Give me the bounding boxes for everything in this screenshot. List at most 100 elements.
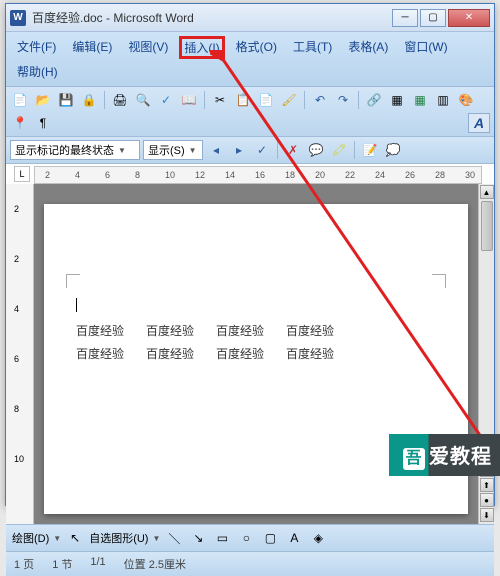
- autoshape-menu[interactable]: 自选图形(U): [89, 530, 148, 546]
- ruler-mark: 10: [165, 170, 175, 180]
- line-icon[interactable]: ＼: [164, 528, 184, 548]
- next-change-icon[interactable]: ▸: [229, 140, 249, 160]
- font-color-a[interactable]: A: [468, 113, 490, 133]
- scroll-up-icon[interactable]: ▲: [480, 185, 494, 199]
- text-row: 百度经验 百度经验 百度经验 百度经验: [76, 345, 436, 362]
- ruler-mark: 16: [255, 170, 265, 180]
- text-cell[interactable]: 百度经验: [216, 345, 264, 362]
- markup-dropdown[interactable]: 显示标记的最终状态 ▼: [10, 140, 140, 160]
- spell-icon[interactable]: ✓: [156, 90, 176, 110]
- vertical-ruler[interactable]: 2 2 4 6 8 10: [6, 184, 34, 524]
- show-dropdown[interactable]: 显示(S) ▼: [143, 140, 203, 160]
- select-icon[interactable]: ↖: [65, 528, 85, 548]
- separator: [104, 91, 105, 109]
- ruler-mark: 20: [315, 170, 325, 180]
- show-label: 显示(S): [148, 142, 185, 158]
- titlebar: W 百度经验.doc - Microsoft Word ─ ▢ ✕: [6, 4, 494, 32]
- chevron-down-icon: ▼: [189, 146, 197, 155]
- highlight-icon[interactable]: 🖍: [329, 140, 349, 160]
- ruler-mark: 8: [135, 170, 140, 180]
- text-cell[interactable]: 百度经验: [146, 322, 194, 339]
- text-cell[interactable]: 百度经验: [216, 322, 264, 339]
- standard-toolbar: 📄 📂 💾 🔒 🖨 🔍 ✓ 📖 ✂ 📋 📄 🖌 ↶ ↷ 🔗 ▦ ▦ ▥ 🎨 📍 …: [6, 87, 494, 137]
- menu-table[interactable]: 表格(A): [343, 36, 393, 59]
- margin-corner-tr: [432, 274, 446, 288]
- ruler-mark: 28: [435, 170, 445, 180]
- cut-icon[interactable]: ✂: [210, 90, 230, 110]
- ruler-mark: 4: [75, 170, 80, 180]
- close-button[interactable]: ✕: [448, 9, 490, 27]
- minimize-button[interactable]: ─: [392, 9, 418, 27]
- drawing-toolbar: 绘图(D) ▼ ↖ 自选图形(U) ▼ ＼ ↘ ▭ ○ ▢ A ◈: [6, 524, 494, 551]
- vruler-mark: 4: [14, 304, 19, 314]
- undo-icon[interactable]: ↶: [310, 90, 330, 110]
- watermark: 吾爱教程: [389, 434, 500, 476]
- ruler-corner[interactable]: L: [14, 166, 30, 182]
- browse-object-icon[interactable]: ●: [480, 493, 494, 507]
- ruler-mark: 24: [375, 170, 385, 180]
- separator: [354, 141, 355, 159]
- menu-edit[interactable]: 编辑(E): [67, 36, 117, 59]
- preview-icon[interactable]: 🔍: [133, 90, 153, 110]
- map-icon[interactable]: 📍: [10, 113, 30, 133]
- new-icon[interactable]: 📄: [10, 90, 30, 110]
- comment-icon[interactable]: 💬: [306, 140, 326, 160]
- prev-page-icon[interactable]: ⬆: [480, 478, 494, 492]
- paste-icon[interactable]: 📄: [256, 90, 276, 110]
- next-page-icon[interactable]: ⬇: [480, 508, 494, 522]
- status-section: 1 节: [52, 556, 72, 572]
- watermark-logo-icon: 吾: [403, 448, 425, 470]
- menu-file[interactable]: 文件(F): [12, 36, 61, 59]
- menu-help[interactable]: 帮助(H): [12, 61, 63, 82]
- format-painter-icon[interactable]: 🖌: [279, 90, 299, 110]
- open-icon[interactable]: 📂: [33, 90, 53, 110]
- vruler-mark: 8: [14, 404, 19, 414]
- ruler-area: L 2 4 6 8 10 12 14 16 18 20 22 24 26 28 …: [6, 164, 494, 184]
- text-cell[interactable]: 百度经验: [286, 322, 334, 339]
- rectangle-icon[interactable]: ▭: [212, 528, 232, 548]
- track-icon[interactable]: 📝: [360, 140, 380, 160]
- menu-format[interactable]: 格式(O): [231, 36, 282, 59]
- show-marks-icon[interactable]: ¶: [33, 113, 53, 133]
- text-cell[interactable]: 百度经验: [76, 322, 124, 339]
- redo-icon[interactable]: ↷: [333, 90, 353, 110]
- ruler-mark: 18: [285, 170, 295, 180]
- chevron-down-icon: ▼: [118, 146, 126, 155]
- hyperlink-icon[interactable]: 🔗: [364, 90, 384, 110]
- save-icon[interactable]: 💾: [56, 90, 76, 110]
- copy-icon[interactable]: 📋: [233, 90, 253, 110]
- draw-menu[interactable]: 绘图(D): [12, 530, 49, 546]
- separator: [304, 91, 305, 109]
- arrow-icon[interactable]: ↘: [188, 528, 208, 548]
- print-icon[interactable]: 🖨: [110, 90, 130, 110]
- excel-icon[interactable]: ▦: [410, 90, 430, 110]
- textbox-icon[interactable]: ▢: [260, 528, 280, 548]
- accept-icon[interactable]: ✓: [252, 140, 272, 160]
- statusbar: 1 页 1 节 1/1 位置 2.5厘米: [6, 551, 494, 576]
- ruler-mark: 22: [345, 170, 355, 180]
- window-controls: ─ ▢ ✕: [392, 9, 490, 27]
- menu-view[interactable]: 视图(V): [123, 36, 173, 59]
- wordart-icon[interactable]: A: [284, 528, 304, 548]
- permission-icon[interactable]: 🔒: [79, 90, 99, 110]
- research-icon[interactable]: 📖: [179, 90, 199, 110]
- text-cell[interactable]: 百度经验: [286, 345, 334, 362]
- maximize-button[interactable]: ▢: [420, 9, 446, 27]
- drawing-icon[interactable]: 🎨: [456, 90, 476, 110]
- text-cell[interactable]: 百度经验: [146, 345, 194, 362]
- diagram-icon[interactable]: ◈: [308, 528, 328, 548]
- text-cell[interactable]: 百度经验: [76, 345, 124, 362]
- prev-change-icon[interactable]: ◂: [206, 140, 226, 160]
- balloon-icon[interactable]: 💭: [383, 140, 403, 160]
- status-pageof: 1/1: [90, 556, 105, 572]
- menu-window[interactable]: 窗口(W): [399, 36, 452, 59]
- reject-icon[interactable]: ✗: [283, 140, 303, 160]
- horizontal-ruler[interactable]: 2 4 6 8 10 12 14 16 18 20 22 24 26 28 30: [34, 166, 482, 184]
- table-icon[interactable]: ▦: [387, 90, 407, 110]
- oval-icon[interactable]: ○: [236, 528, 256, 548]
- menu-tools[interactable]: 工具(T): [288, 36, 337, 59]
- menu-insert[interactable]: 插入(I): [179, 36, 224, 59]
- scroll-thumb[interactable]: [481, 201, 493, 251]
- markup-label: 显示标记的最终状态: [15, 142, 114, 158]
- columns-icon[interactable]: ▥: [433, 90, 453, 110]
